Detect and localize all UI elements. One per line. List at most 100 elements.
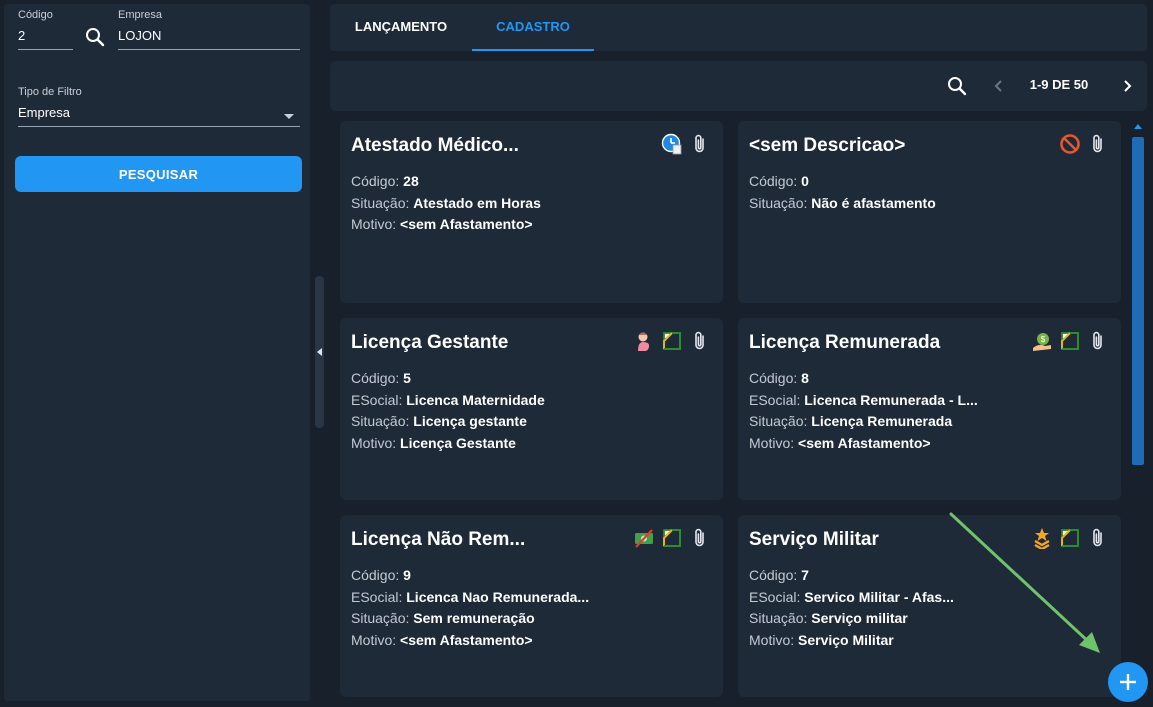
no-money-icon bbox=[633, 527, 655, 549]
card-icons: $ bbox=[1031, 330, 1109, 352]
scrollbar-thumb[interactable] bbox=[1132, 137, 1144, 465]
paperclip-icon[interactable] bbox=[1087, 133, 1109, 155]
detail-value: Serviço militar bbox=[811, 610, 908, 626]
paperclip-icon[interactable] bbox=[689, 330, 711, 352]
detail-label: Situação: bbox=[749, 610, 812, 626]
record-card[interactable]: Licença Gestante Código: 5 ESocial: Licenc… bbox=[340, 318, 723, 500]
tipo-filtro-label: Tipo de Filtro bbox=[18, 86, 82, 98]
paperclip-icon[interactable] bbox=[1087, 330, 1109, 352]
record-card[interactable]: Atestado Médico... Código: 28 Situação: At… bbox=[340, 121, 723, 303]
card-detail-row: Código: 0 bbox=[749, 171, 936, 193]
detail-value: Não é afastamento bbox=[811, 194, 936, 211]
card-detail-row: ESocial: Licenca Nao Remunerada... bbox=[351, 587, 589, 609]
detail-value: 9 bbox=[403, 567, 411, 583]
tab-cadastro[interactable]: CADASTRO bbox=[472, 4, 594, 51]
detail-label: Motivo: bbox=[749, 434, 799, 451]
app-root: Código Empresa Tipo de Filtro Empresa PE… bbox=[0, 0, 1153, 707]
filter-panel: Código Empresa Tipo de Filtro Empresa PE… bbox=[4, 4, 310, 701]
detail-label: Código: bbox=[351, 370, 404, 386]
detail-value: Servico Militar - Afas... bbox=[804, 588, 954, 605]
tabs-bar: LANÇAMENTO CADASTRO bbox=[330, 4, 1147, 51]
card-icons bbox=[633, 527, 711, 549]
esocial-icon bbox=[661, 527, 683, 549]
card-detail-row: Situação: Licença gestante bbox=[351, 411, 545, 433]
search-icon[interactable] bbox=[946, 75, 968, 97]
plus-icon bbox=[1120, 674, 1136, 690]
dropdown-arrow-icon[interactable] bbox=[284, 114, 294, 119]
detail-label: ESocial: bbox=[749, 588, 805, 605]
card-detail-row: Código: 5 bbox=[351, 368, 545, 390]
card-title: Serviço Militar bbox=[749, 529, 879, 550]
card-detail-row: ESocial: Licenca Remunerada - L... bbox=[749, 390, 978, 412]
pagination-range: 1-9 DE 50 bbox=[1029, 77, 1089, 92]
card-detail-row: Motivo: <sem Afastamento> bbox=[351, 214, 541, 236]
paperclip-icon[interactable] bbox=[689, 133, 711, 155]
list-toolbar: 1-9 DE 50 bbox=[330, 61, 1147, 111]
record-card[interactable]: Serviço Militar Código: 7 ESocial: Servico… bbox=[738, 515, 1121, 697]
detail-label: Motivo: bbox=[749, 631, 799, 648]
pesquisar-button[interactable]: PESQUISAR bbox=[15, 156, 302, 192]
detail-value: Licenca Nao Remunerada... bbox=[406, 588, 590, 605]
detail-value: 28 bbox=[403, 173, 419, 189]
esocial-icon bbox=[1059, 330, 1081, 352]
card-detail-row: ESocial: Servico Militar - Afas... bbox=[749, 587, 954, 609]
card-title: Licença Não Rem... bbox=[351, 529, 526, 550]
panel-splitter[interactable] bbox=[315, 276, 324, 428]
add-button[interactable] bbox=[1108, 662, 1148, 702]
detail-label: ESocial: bbox=[749, 391, 805, 408]
codigo-field: Código bbox=[18, 9, 73, 50]
detail-value: <sem Afastamento> bbox=[798, 434, 931, 451]
detail-value: 8 bbox=[801, 370, 809, 386]
card-title: Licença Gestante bbox=[351, 332, 509, 353]
card-icons bbox=[661, 133, 711, 155]
detail-value: Licenca Remunerada - L... bbox=[804, 391, 978, 408]
detail-label: ESocial: bbox=[351, 588, 407, 605]
codigo-label: Código bbox=[18, 9, 53, 21]
chevron-right-icon[interactable] bbox=[1118, 77, 1136, 95]
collapse-left-icon[interactable] bbox=[317, 348, 322, 356]
record-card[interactable]: Licença Remunerada $ Código: 8 ESocial: Lic… bbox=[738, 318, 1121, 500]
detail-label: Motivo: bbox=[351, 216, 401, 232]
card-detail-row: Motivo: <sem Afastamento> bbox=[351, 630, 589, 652]
card-icons bbox=[1031, 527, 1109, 551]
detail-label: Código: bbox=[749, 567, 802, 583]
card-detail-row: Situação: Não é afastamento bbox=[749, 193, 936, 215]
card-details: Código: 0 Situação: Não é afastamento bbox=[749, 171, 936, 214]
detail-value: Sem remuneração bbox=[413, 610, 535, 626]
paperclip-icon[interactable] bbox=[689, 527, 711, 549]
codigo-input[interactable] bbox=[18, 21, 73, 50]
tab-lancamento[interactable]: LANÇAMENTO bbox=[330, 4, 472, 51]
search-icon[interactable] bbox=[84, 26, 106, 48]
money-bag-hand-icon: $ bbox=[1031, 330, 1053, 352]
tipo-filtro-select[interactable]: Empresa bbox=[18, 98, 300, 127]
scroll-up-icon[interactable] bbox=[1134, 124, 1142, 129]
detail-value: <sem Afastamento> bbox=[400, 216, 533, 232]
card-detail-row: Código: 28 bbox=[351, 171, 541, 193]
card-details: Código: 5 ESocial: Licenca Maternidade Sit… bbox=[351, 368, 545, 454]
card-title: <sem Descricao> bbox=[749, 135, 906, 156]
detail-value: 0 bbox=[801, 173, 809, 189]
chevron-left-icon[interactable] bbox=[990, 77, 1008, 95]
card-details: Código: 9 ESocial: Licenca Nao Remunerada… bbox=[351, 565, 589, 651]
detail-label: Código: bbox=[749, 173, 802, 189]
detail-label: Situação: bbox=[749, 413, 812, 429]
pregnant-woman-icon bbox=[633, 330, 655, 352]
detail-value: Licenca Maternidade bbox=[406, 391, 545, 408]
record-card[interactable]: <sem Descricao> Código: 0 Situação: Não é … bbox=[738, 121, 1121, 303]
detail-label: ESocial: bbox=[351, 391, 407, 408]
detail-label: Motivo: bbox=[351, 434, 401, 451]
detail-value: 7 bbox=[801, 567, 809, 583]
detail-label: Código: bbox=[749, 370, 802, 386]
card-details: Código: 28 Situação: Atestado em Horas Mot… bbox=[351, 171, 541, 236]
scrollbar[interactable] bbox=[1131, 121, 1145, 697]
svg-text:$: $ bbox=[1041, 335, 1046, 344]
card-detail-row: Situação: Atestado em Horas bbox=[351, 193, 541, 215]
record-card[interactable]: Licença Não Rem... Código: 9 ESocial: Lice… bbox=[340, 515, 723, 697]
paperclip-icon[interactable] bbox=[1087, 527, 1109, 549]
detail-label: Situação: bbox=[351, 194, 414, 211]
card-details: Código: 8 ESocial: Licenca Remunerada - L… bbox=[749, 368, 978, 454]
empresa-input[interactable] bbox=[118, 21, 300, 50]
card-detail-row: Motivo: Serviço Militar bbox=[749, 630, 954, 652]
empresa-label: Empresa bbox=[118, 9, 163, 21]
detail-label: Situação: bbox=[351, 610, 414, 626]
